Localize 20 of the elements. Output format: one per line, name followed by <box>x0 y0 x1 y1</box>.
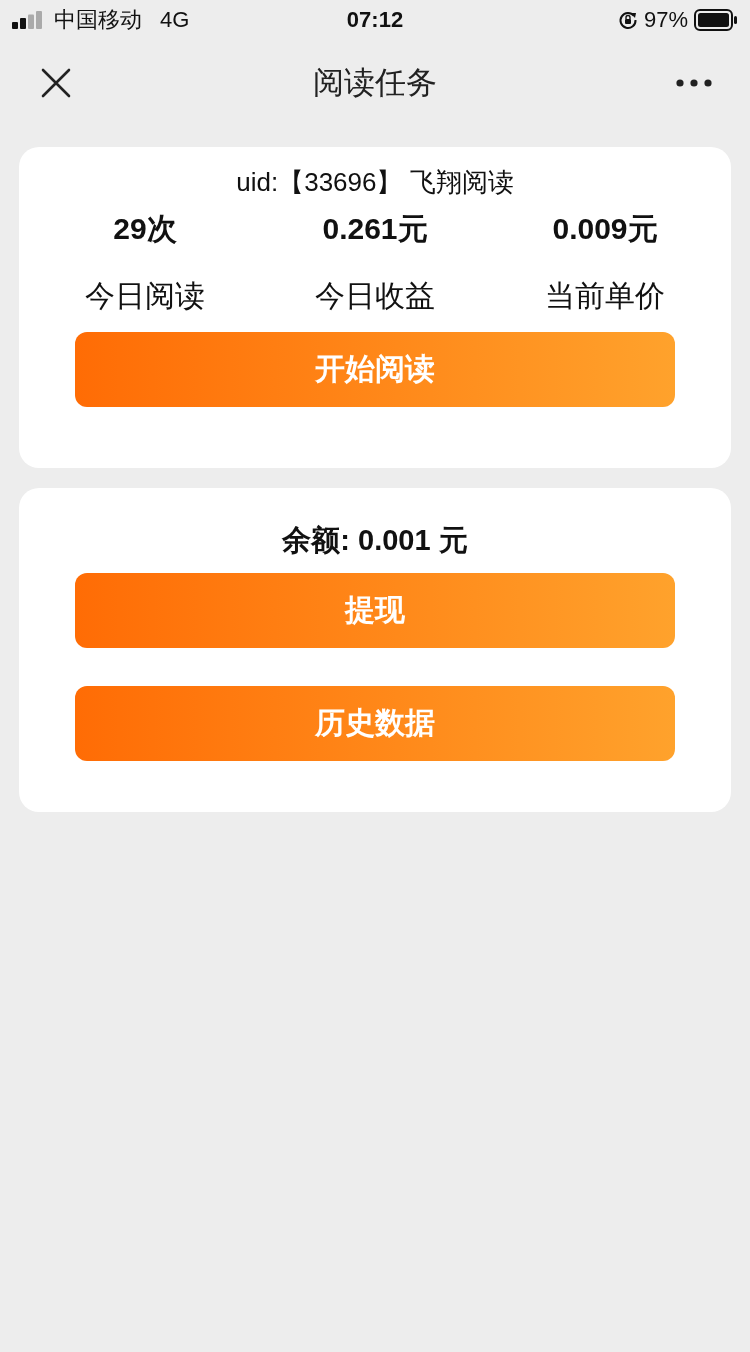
carrier-name: 中国移动 <box>54 6 142 34</box>
balance-text: 余额: 0.001 元 <box>282 523 468 558</box>
start-reading-button[interactable]: 开始阅读 <box>75 332 675 407</box>
stat-value: 29次 <box>113 211 177 247</box>
close-icon[interactable] <box>41 68 71 98</box>
stat-value: 0.261元 <box>322 211 428 247</box>
action-button[interactable]: 历史数据 <box>75 686 675 761</box>
battery-percent: 97% <box>643 7 688 33</box>
more-icon[interactable] <box>676 79 712 87</box>
action-button[interactable]: 提现 <box>75 573 675 648</box>
stat-value: 0.009元 <box>552 211 658 247</box>
stat-label: 当前单价 <box>545 278 665 314</box>
battery-icon <box>694 9 738 31</box>
stat-label: 今日阅读 <box>85 278 205 314</box>
network-type: 4G <box>160 7 190 33</box>
uid-line: uid:【33696】 飞翔阅读 <box>236 167 514 197</box>
stat-label: 今日收益 <box>315 278 435 314</box>
clock-time: 07:12 <box>346 7 404 33</box>
rotation-lock-icon <box>617 10 638 30</box>
page-title: 阅读任务 <box>313 64 437 102</box>
